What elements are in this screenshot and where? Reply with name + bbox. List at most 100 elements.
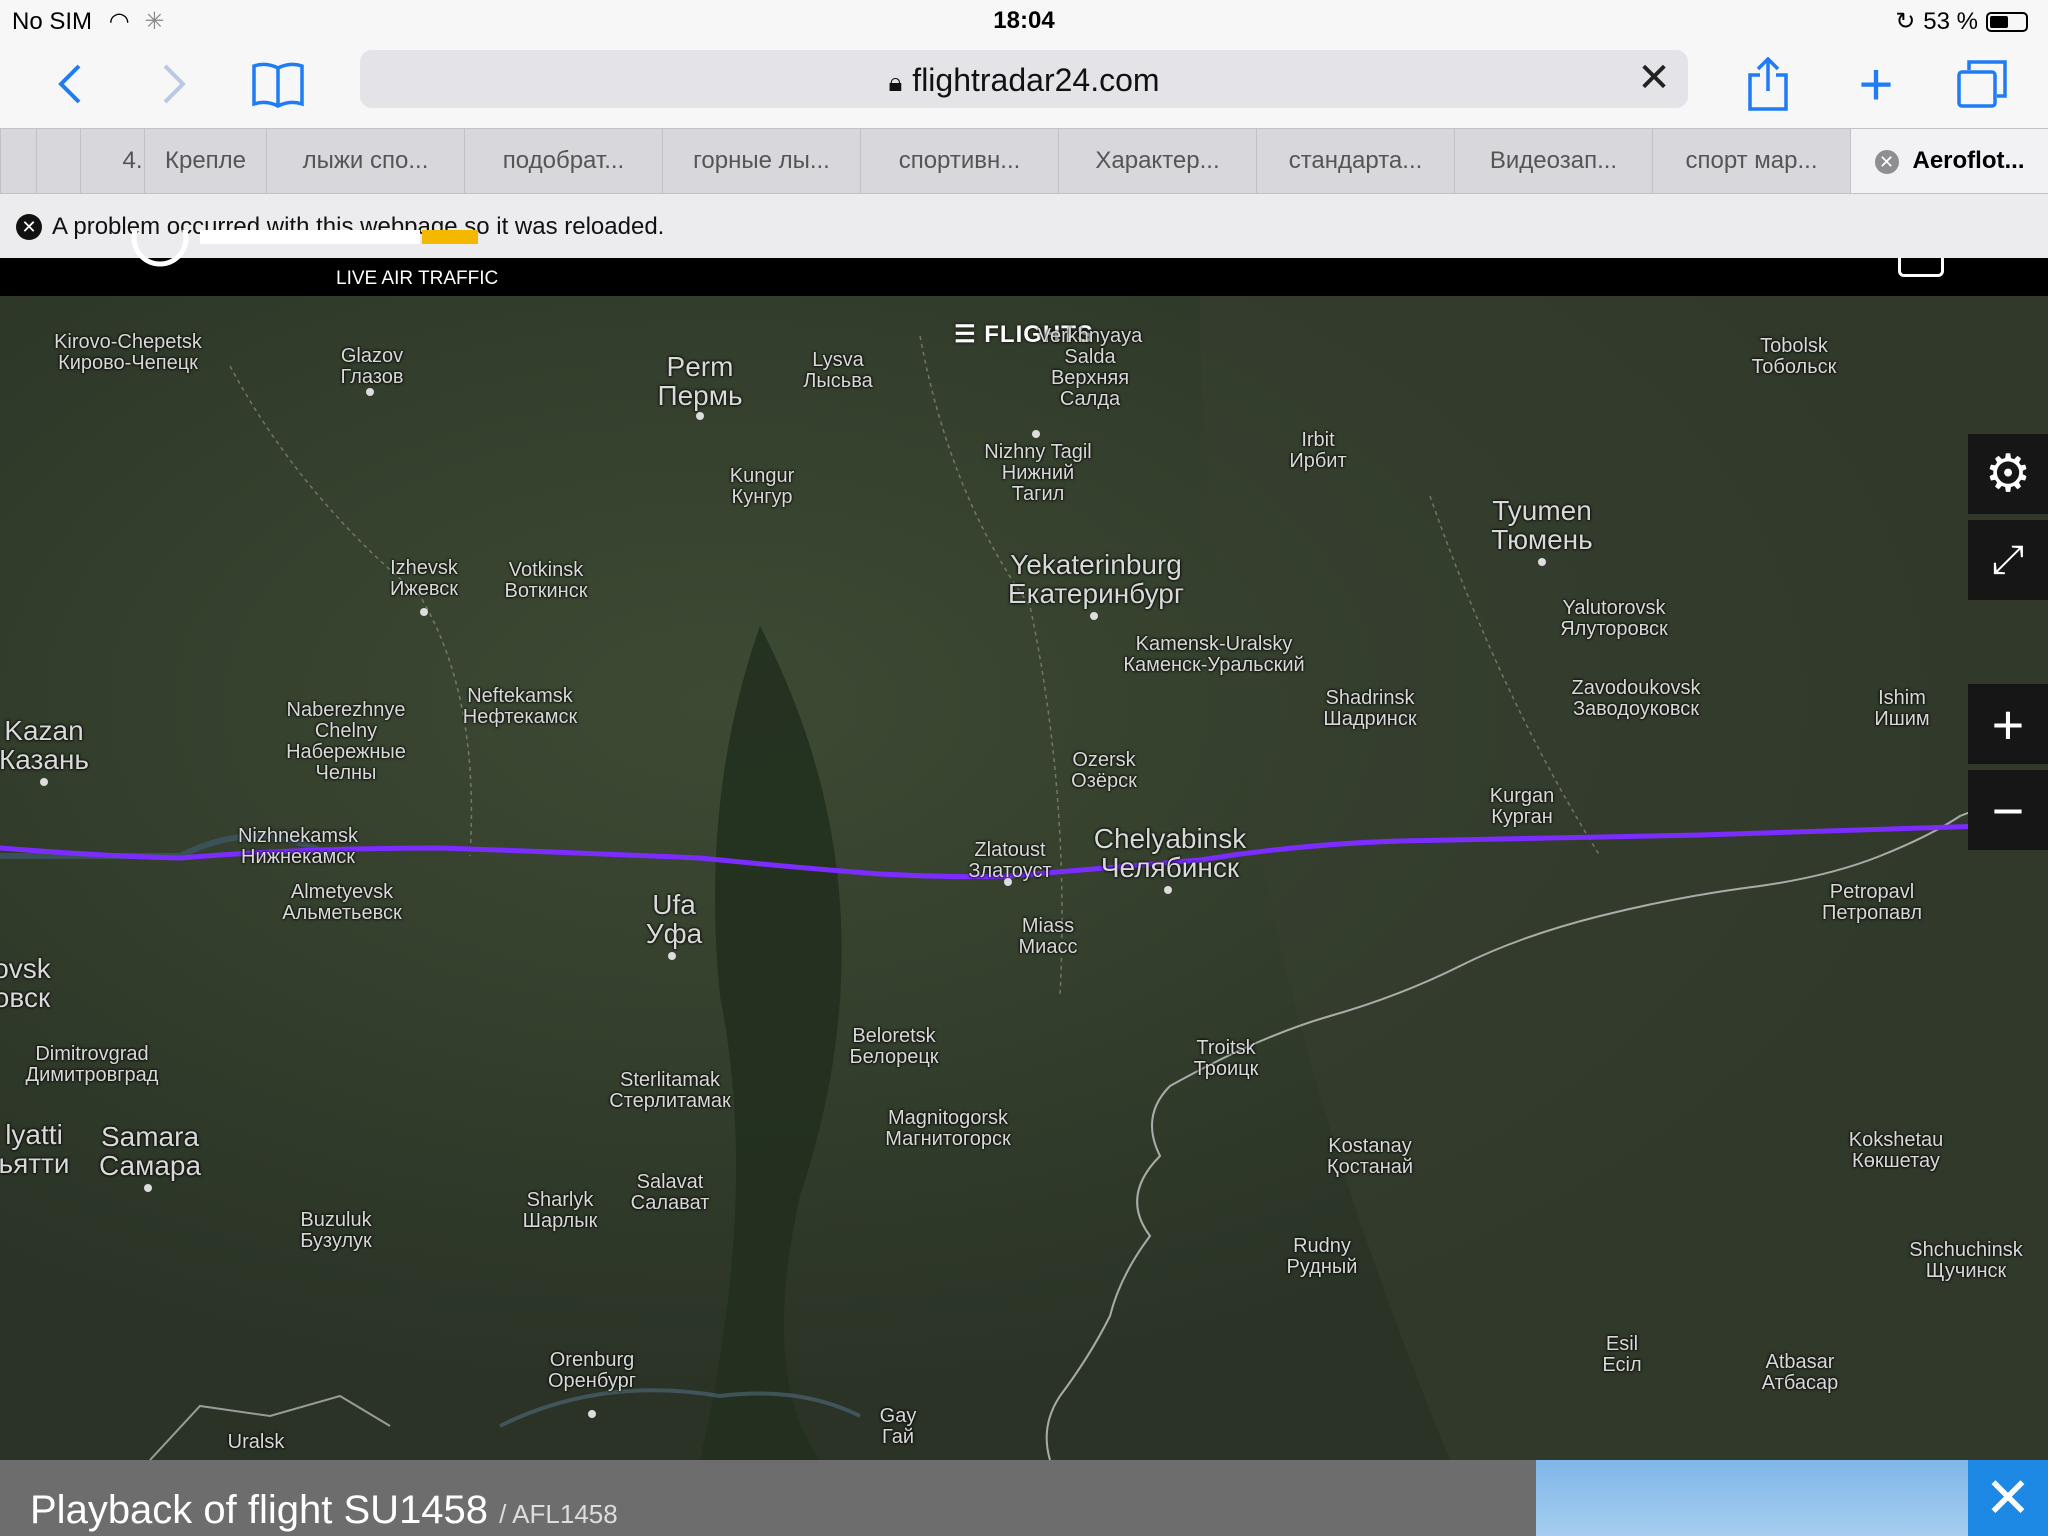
status-bar: 18:04 No SIM ◠ ✳ ↻ 53 % [0,0,2048,42]
status-carrier: No SIM ◠ ✳ [12,7,164,36]
tab-item[interactable]: Характер... [1058,129,1256,193]
tab-item[interactable]: Видеозап... [1454,129,1652,193]
tab-label: Крепле [164,147,247,174]
settings-button[interactable]: ⚙ [1968,434,2048,514]
battery-percent: 53 % [1923,7,1978,35]
city-label: Shchuchinsk Щучинск [1909,1239,2023,1282]
close-playback-button[interactable]: ✕ [1968,1460,2048,1536]
address-bar[interactable]: 🔒︎ flightradar24.com ✕ [360,50,1688,108]
battery-icon [1986,11,2028,32]
city-label: Verkhnyaya Salda Верхняя Салда [1037,325,1143,410]
tab-item[interactable]: Крепле [144,129,266,193]
city-label: Kostanay Қостанай [1326,1135,1414,1178]
site-header: LIVE AIR TRAFFIC [0,209,2048,296]
back-button[interactable] [40,54,100,114]
tab-label: 4. [122,147,143,174]
tab-item[interactable] [0,129,36,193]
city-label: Salavat Салават [630,1171,710,1214]
city-dot [668,952,676,960]
tab-item[interactable]: подобрат... [464,129,662,193]
share-button[interactable] [1738,54,1798,114]
city-dot [1090,612,1098,620]
plus-icon: + [1858,50,1894,118]
city-label: Glazov Глазов [340,345,404,388]
city-label: Chelyabinsk Челябинск [1093,823,1247,884]
city-label: Petropavl Петропавл [1821,881,1923,924]
tab-item-active[interactable]: ✕ Aeroflot... [1850,129,2048,193]
logo-graphic [131,209,478,267]
city-dot [366,388,374,396]
tab-label: Aeroflot... [1912,147,2025,174]
city-label: Beloretsk Белорецк [849,1025,939,1068]
close-icon: ✕ [1637,56,1671,100]
flight-map[interactable]: ☰ FLIGHTS Kirovo-Chepetsk Кирово-Чепецк G… [0,296,2048,1460]
city-label: Miass Миасс [1018,915,1078,958]
url-label: flightradar24.com [912,62,1160,98]
playback-flight-label: Playback of flight SU1458 [30,1488,489,1532]
tab-label: горные лы... [693,147,830,174]
zoom-in-button[interactable]: + [1968,684,2048,764]
city-dot [588,1410,596,1418]
tab-item[interactable]: спорт мар... [1652,129,1850,193]
status-time: 18:04 [993,7,1055,34]
tab-label: Характер... [1095,147,1220,174]
forward-button[interactable] [144,54,204,114]
city-dot [1032,430,1040,438]
city-label: Gay Гай [879,1405,917,1448]
rotation-lock-icon: ↻ [1895,8,1916,35]
tab-item[interactable]: горные лы... [662,129,860,193]
city-dot [1164,886,1172,894]
wifi-icon: ◠ [108,8,130,35]
tab-item[interactable]: стандарта... [1256,129,1454,193]
close-tab-icon[interactable]: ✕ [1874,149,1899,174]
city-label: Almetyevsk Альметьевск [282,881,402,924]
city-label: Ishim Ишим [1874,687,1930,730]
clear-url-button[interactable]: ✕ [1632,56,1676,100]
aircraft-photo[interactable] [1536,1460,1968,1536]
city-label: Atbasar Атбасар [1761,1351,1839,1394]
minus-icon: − [1991,778,2025,842]
city-label: Sterlitamak Стерлитамак [609,1069,731,1112]
user-icon[interactable] [1898,258,1944,277]
carrier-label: No SIM [12,8,93,35]
chevron-right-icon [163,64,186,104]
tab-item[interactable]: спортивн... [860,129,1058,193]
city-label: Troitsk Троицк [1193,1037,1259,1080]
city-label: Kirovo-Chepetsk Кирово-Чепецк [54,331,202,374]
city-label: Buzuluk Бузулук [300,1209,372,1252]
city-label: Sharlyk Шарлык [522,1189,598,1232]
city-label: Izhevsk Ижевск [389,557,459,600]
tab-label: лыжи спо... [302,147,429,174]
city-label: Ozersk Озёрск [1071,749,1137,792]
city-label: Nizhny Tagil Нижний Тагил [984,441,1092,505]
flights-menu-button[interactable]: ☰ FLIGHTS [0,320,2048,349]
tabs-overview-button[interactable] [1952,54,2012,114]
city-label: Zlatoust Златоуст [968,839,1052,882]
tab-item[interactable]: 4. [80,129,144,193]
tab-item[interactable] [36,129,80,193]
city-label: lyatti ьятти [0,1119,70,1180]
tab-item[interactable]: лыжи спо... [266,129,464,193]
city-label: Orenburg Оренбург [547,1349,637,1392]
city-label: Irbit Ирбит [1289,429,1347,472]
city-label: Yalutorovsk Ялуторовск [1560,597,1668,640]
tab-label: стандарта... [1288,147,1423,174]
bookmarks-button[interactable] [248,54,308,114]
close-icon: ✕ [1984,1466,2032,1529]
fullscreen-button[interactable]: ⤢ [1968,520,2048,600]
tab-label: спортивн... [898,147,1021,174]
close-icon[interactable]: ✕ [16,214,42,240]
city-dot [144,1184,152,1192]
new-tab-button[interactable]: + [1846,51,1906,118]
tab-label: подобрат... [502,147,625,174]
zoom-out-button[interactable]: − [1968,770,2048,850]
tab-label: спорт мар... [1685,147,1818,174]
plus-icon: + [1991,692,2025,756]
city-label: Tyumen Тюмень [1491,495,1593,556]
gear-icon: ⚙ [1984,445,2032,503]
tabs-icon [1957,60,2007,108]
flightradar-logo[interactable] [130,209,490,270]
city-label: Kungur Кунгур [729,465,795,508]
url-text[interactable]: 🔒︎ flightradar24.com [360,62,1688,99]
city-label: Shadrinsk Шадринск [1323,687,1417,730]
